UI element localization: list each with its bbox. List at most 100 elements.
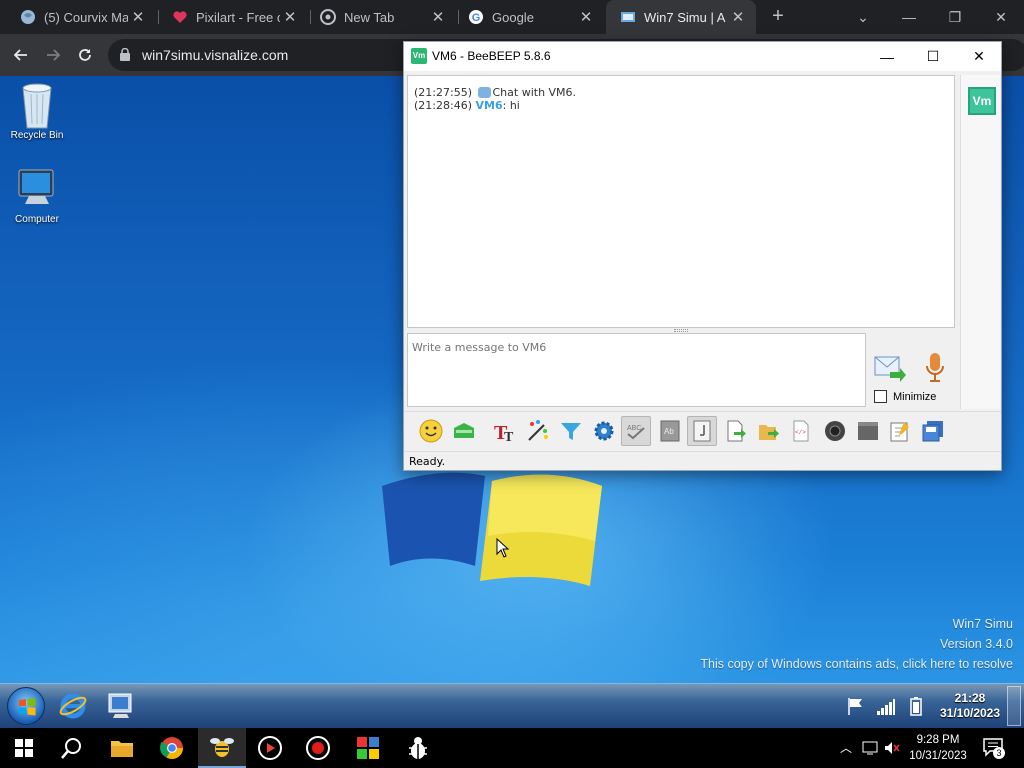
- inbox-icon[interactable]: [449, 416, 479, 446]
- microphone-icon[interactable]: [924, 352, 946, 384]
- watermark-title: Win7 Simu: [952, 617, 1013, 631]
- battery-icon[interactable]: [906, 696, 926, 716]
- beebeep-titlebar[interactable]: Vm VM6 - BeeBEEP 5.8.6 — ☐ ✕: [404, 42, 1001, 71]
- save-icon[interactable]: [885, 416, 915, 446]
- emoticon-icon[interactable]: [416, 416, 446, 446]
- win7-watermark[interactable]: Win7 Simu Version 3.4.0 This copy of Win…: [700, 614, 1013, 674]
- reload-icon[interactable]: [72, 42, 98, 68]
- computer-icon: [15, 166, 59, 210]
- tab-close-icon[interactable]: ✕: [576, 8, 596, 26]
- file-explorer-icon[interactable]: [98, 728, 146, 768]
- desktop-icon-computer[interactable]: Computer: [1, 166, 73, 225]
- tab-close-icon[interactable]: ✕: [280, 8, 300, 26]
- window-title: VM6 - BeeBEEP 5.8.6: [432, 49, 551, 63]
- lock-icon: [120, 48, 130, 61]
- internet-explorer-icon[interactable]: [55, 689, 91, 723]
- browser-tab[interactable]: G Google ✕: [454, 0, 604, 34]
- tab-search-dropdown-icon[interactable]: ⌄: [840, 0, 886, 34]
- tab-close-icon[interactable]: ✕: [728, 8, 748, 26]
- win7-start-button[interactable]: [7, 687, 45, 725]
- html-icon[interactable]: </>: [787, 416, 817, 446]
- browser-tab-active[interactable]: Win7 Simu | A ✕: [606, 0, 756, 34]
- spellcheck-icon[interactable]: ABC: [621, 416, 651, 446]
- chrome-icon[interactable]: [148, 728, 196, 768]
- tab-close-icon[interactable]: ✕: [428, 8, 448, 26]
- svg-text:T: T: [504, 430, 514, 443]
- record-icon[interactable]: [294, 728, 342, 768]
- chat-nickname[interactable]: VM6: [476, 99, 503, 112]
- new-tab-button[interactable]: +: [766, 5, 790, 29]
- win7-clock-time: 21:28: [954, 691, 986, 705]
- window-close-button[interactable]: ✕: [956, 42, 1002, 71]
- chat-history[interactable]: (21:27:55) Chat with VM6. (21:28:46) VM6…: [407, 75, 955, 328]
- window-minimize-button[interactable]: —: [864, 42, 910, 71]
- search-icon[interactable]: [48, 728, 96, 768]
- send-folder-icon[interactable]: [754, 416, 784, 446]
- browser-minimize-button[interactable]: —: [886, 0, 932, 34]
- url-text: win7simu.visnalize.com: [142, 47, 289, 63]
- network-signal-icon[interactable]: [876, 696, 896, 716]
- tab-title: (5) Courvix Ma: [44, 9, 128, 25]
- beebeep-window: Vm VM6 - BeeBEEP 5.8.6 — ☐ ✕ (21:27:55) …: [403, 41, 1002, 471]
- chat-line: (21:27:55) Chat with VM6.: [414, 86, 948, 99]
- win7-clock[interactable]: 21:28 31/10/2023: [928, 691, 1012, 721]
- clear-icon[interactable]: [853, 416, 883, 446]
- svg-text:</>: </>: [795, 429, 806, 436]
- beebeep-taskbar-icon[interactable]: [104, 689, 140, 723]
- media-player-icon[interactable]: [246, 728, 294, 768]
- volume-muted-icon[interactable]: [884, 740, 900, 756]
- browser-tab[interactable]: Pixilart - Free o ✕: [158, 0, 308, 34]
- notification-center-icon[interactable]: 3: [982, 736, 1005, 759]
- windows-start-icon[interactable]: [0, 728, 48, 768]
- dictionary-icon[interactable]: Ab: [655, 416, 685, 446]
- filter-icon[interactable]: [556, 416, 586, 446]
- color-picker-icon[interactable]: [523, 416, 553, 446]
- windows-logo-wallpaper: [382, 472, 602, 586]
- network-icon[interactable]: [862, 740, 878, 756]
- desktop-icon-recycle-bin[interactable]: Recycle Bin: [1, 82, 73, 141]
- bug-icon[interactable]: [394, 728, 442, 768]
- chat-toolbar: TT ABC Ab </>: [404, 411, 1001, 449]
- chat-timestamp: (21:28:46): [414, 99, 472, 112]
- action-center-flag-icon[interactable]: [846, 696, 866, 716]
- settings-gear-icon[interactable]: [589, 416, 619, 446]
- computer-label: Computer: [15, 214, 59, 225]
- watermark-version: Version 3.4.0: [940, 637, 1013, 651]
- word-completion-icon[interactable]: [687, 416, 717, 446]
- browser-restore-button[interactable]: ❐: [932, 0, 978, 34]
- beebeep-host-icon[interactable]: [198, 728, 246, 768]
- tab-close-icon[interactable]: ✕: [128, 8, 148, 26]
- user-avatar-vm6[interactable]: Vm: [968, 87, 996, 115]
- send-message-icon[interactable]: [874, 354, 906, 382]
- win7-clock-date: 31/10/2023: [939, 706, 1001, 720]
- browser-tab[interactable]: (5) Courvix Ma ✕: [6, 0, 156, 34]
- tab-title: Win7 Simu | A: [644, 9, 726, 25]
- host-clock[interactable]: 9:28 PM 10/31/2023: [900, 732, 976, 764]
- courvix-favicon-icon: [20, 9, 36, 25]
- chat-bubble-icon: [477, 87, 491, 98]
- forward-arrow-icon[interactable]: [40, 42, 66, 68]
- watermark-ads-link[interactable]: This copy of Windows contains ads, click…: [700, 654, 1013, 674]
- minimize-checkbox[interactable]: Minimize: [874, 390, 936, 403]
- minimize-checkbox-box[interactable]: [874, 390, 887, 403]
- browser-close-button[interactable]: ✕: [978, 0, 1024, 34]
- google-favicon-icon: G: [468, 9, 484, 25]
- paint-icon[interactable]: [344, 728, 392, 768]
- screenshot-icon[interactable]: [820, 416, 850, 446]
- host-taskbar: ︿ 9:28 PM 10/31/2023 3: [0, 728, 1024, 768]
- back-arrow-icon[interactable]: [8, 42, 34, 68]
- window-maximize-button[interactable]: ☐: [910, 42, 956, 71]
- send-file-icon[interactable]: [721, 416, 751, 446]
- chat-splitter-handle[interactable]: [674, 329, 688, 332]
- notification-count-badge: 3: [993, 747, 1005, 759]
- user-list-sidebar: Vm: [960, 75, 1000, 409]
- show-hidden-icons-chevron-icon[interactable]: ︿: [838, 740, 854, 756]
- font-icon[interactable]: TT: [490, 416, 520, 446]
- message-input[interactable]: [407, 333, 866, 407]
- tab-title: New Tab: [344, 9, 395, 25]
- browser-tab[interactable]: New Tab ✕: [306, 0, 456, 34]
- host-clock-date: 10/31/2023: [909, 750, 967, 762]
- save-as-icon[interactable]: [918, 416, 948, 446]
- show-desktop-button[interactable]: [1007, 686, 1021, 726]
- win7-taskbar: 21:28 31/10/2023: [0, 683, 1024, 728]
